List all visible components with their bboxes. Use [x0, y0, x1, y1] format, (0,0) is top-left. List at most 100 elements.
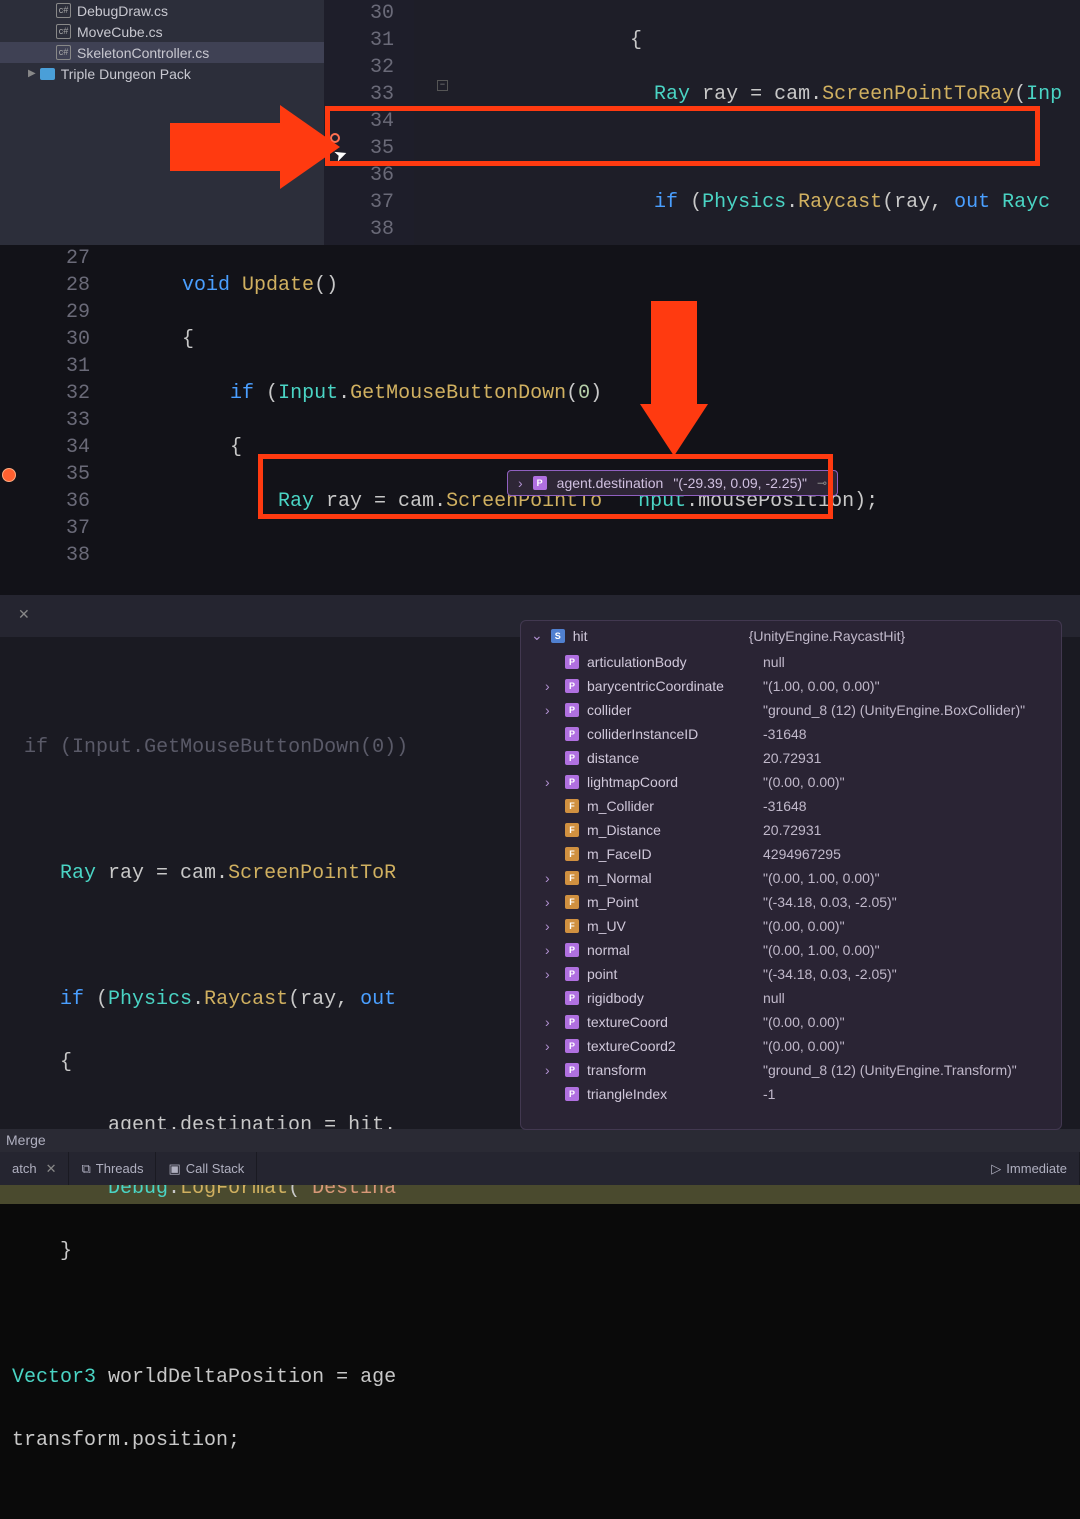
chevron-right-icon[interactable]: › [545, 774, 557, 790]
prop-name: articulationBody [587, 654, 755, 670]
code-area[interactable]: void Update() { if (Input.GetMouseButton… [110, 245, 1080, 595]
chevron-right-icon[interactable]: › [545, 702, 557, 718]
badge-icon: F [565, 847, 579, 861]
prop-name: textureCoord2 [587, 1038, 755, 1054]
file-item[interactable]: c# MoveCube.cs [0, 21, 324, 42]
inspector-row[interactable]: ›Pcollider"ground_8 (12) (UnityEngine.Bo… [521, 698, 1061, 722]
file-item-selected[interactable]: c#SkeletonController.cs [0, 42, 324, 63]
tab-watch[interactable]: atch✕ [0, 1152, 69, 1185]
folder-name: Triple Dungeon Pack [61, 66, 191, 82]
chevron-right-icon[interactable]: › [545, 966, 557, 982]
inspector-row[interactable]: Fm_Collider -31648 [521, 794, 1061, 818]
prop-value: -31648 [763, 726, 807, 742]
inspector-row[interactable]: ›Fm_Point"(-34.18, 0.03, -2.05)" [521, 890, 1061, 914]
prop-value: -31648 [763, 798, 807, 814]
inspector-row[interactable]: ›Ppoint"(-34.18, 0.03, -2.05)" [521, 962, 1061, 986]
inspector-row[interactable]: ›Fm_UV"(0.00, 0.00)" [521, 914, 1061, 938]
chevron-right-icon[interactable]: › [545, 894, 557, 910]
badge-icon: P [565, 775, 579, 789]
chevron-right-icon[interactable]: › [545, 678, 557, 694]
prop-name: colliderInstanceID [587, 726, 755, 742]
prop-value: "(1.00, 0.00, 0.00)" [763, 678, 880, 694]
inspector-row[interactable]: Fm_Distance20.72931 [521, 818, 1061, 842]
panel-middle: 272829303132333435363738 void Update() {… [0, 245, 1080, 595]
inspector-row[interactable]: ›Pnormal"(0.00, 1.00, 0.00)" [521, 938, 1061, 962]
threads-icon: ⧉ [81, 1161, 90, 1177]
badge-icon: P [565, 679, 579, 693]
merge-label: Merge [0, 1129, 1080, 1152]
annotation-box [258, 454, 833, 519]
prop-name: m_Point [587, 894, 755, 910]
prop-name: m_Collider [587, 798, 755, 814]
annotation-arrow-down [640, 404, 708, 456]
badge-icon: P [565, 1063, 579, 1077]
tab-callstack[interactable]: ▣Call Stack [156, 1152, 257, 1185]
prop-name: point [587, 966, 755, 982]
prop-name: textureCoord [587, 1014, 755, 1030]
prop-name: m_Distance [587, 822, 755, 838]
tab-immediate[interactable]: ▷Immediate [979, 1152, 1080, 1185]
chevron-right-icon[interactable]: › [545, 1062, 557, 1078]
close-icon[interactable]: ✕ [18, 607, 30, 624]
folder-item[interactable]: ▶Triple Dungeon Pack [0, 63, 324, 84]
prop-name: transform [587, 1062, 755, 1078]
close-icon[interactable]: ✕ [46, 1161, 57, 1177]
prop-value: "(0.00, 0.00)" [763, 1014, 845, 1030]
badge-icon: P [565, 1015, 579, 1029]
chevron-right-icon[interactable]: › [545, 1014, 557, 1030]
badge-icon: F [565, 871, 579, 885]
chevron-down-icon[interactable]: ⌄ [531, 627, 543, 644]
bottom-tab-strip: atch✕ ⧉Threads ▣Call Stack ▷Immediate [0, 1152, 1080, 1185]
tab-threads[interactable]: ⧉Threads [69, 1152, 156, 1185]
chevron-right-icon[interactable]: › [545, 942, 557, 958]
prop-value: 20.72931 [763, 750, 821, 766]
cs-icon: c# [56, 3, 71, 18]
badge-icon: P [565, 727, 579, 741]
chevron-right-icon[interactable]: › [545, 918, 557, 934]
badge-icon: P [565, 943, 579, 957]
inspector-row[interactable]: › Ptransform "ground_8 (12) (UnityEngine.T… [521, 1058, 1061, 1082]
badge-icon: P [565, 655, 579, 669]
badge-icon: P [565, 703, 579, 717]
prop-name: distance [587, 750, 755, 766]
inspector-row[interactable]: › PtextureCoord "(0.00, 0.00)" [521, 1010, 1061, 1034]
prop-name: triangleIndex [587, 1086, 755, 1102]
inspector-row[interactable]: Fm_FaceID4294967295 [521, 842, 1061, 866]
inspector-row[interactable]: Pdistance 20.72931 [521, 746, 1061, 770]
fold-marker-icon[interactable]: − [437, 80, 448, 91]
prop-value: "(0.00, 0.00)" [763, 918, 845, 934]
prop-name: rigidbody [587, 990, 755, 1006]
prop-value: "(-34.18, 0.03, -2.05)" [763, 966, 897, 982]
inspector-row[interactable]: › PbarycentricCoordinate "(1.00, 0.00, 0.0… [521, 674, 1061, 698]
inspector-row[interactable]: ›Fm_Normal"(0.00, 1.00, 0.00)" [521, 866, 1061, 890]
badge-icon: F [565, 799, 579, 813]
prop-name: m_UV [587, 918, 755, 934]
prop-name: barycentricCoordinate [587, 678, 755, 694]
prop-value: "(0.00, 1.00, 0.00)" [763, 942, 880, 958]
chevron-right-icon[interactable]: › [545, 1038, 557, 1054]
prop-value: "ground_8 (12) (UnityEngine.Transform)" [763, 1062, 1017, 1078]
badge-icon: F [565, 823, 579, 837]
line-gutter[interactable]: 272829303132333435363738 [0, 245, 110, 595]
badge-icon: P [565, 751, 579, 765]
inspector-row[interactable]: PcolliderInstanceID -31648 [521, 722, 1061, 746]
chevron-right-icon[interactable]: › [545, 870, 557, 886]
cs-icon: c# [56, 24, 71, 39]
file-name: MoveCube.cs [77, 24, 163, 40]
prop-value: "(0.00, 0.00)" [763, 1038, 845, 1054]
inspector-row[interactable]: PtriangleIndex-1 [521, 1082, 1061, 1106]
breakpoint-icon[interactable] [2, 468, 16, 482]
inspector-row[interactable]: ParticulationBodynull [521, 650, 1061, 674]
annotation-box [325, 106, 1040, 166]
callstack-icon: ▣ [168, 1161, 180, 1177]
prop-value: "(0.00, 0.00)" [763, 774, 845, 790]
debug-inspector[interactable]: ⌄ S hit {UnityEngine.RaycastHit} Particu… [520, 620, 1062, 1130]
prop-name: m_Normal [587, 870, 755, 886]
file-item[interactable]: c#DebugDraw.cs [0, 0, 324, 21]
inspector-row[interactable]: ›PlightmapCoord"(0.00, 0.00)" [521, 770, 1061, 794]
inspector-row[interactable]: ›PtextureCoord2"(0.00, 0.00)" [521, 1034, 1061, 1058]
prop-value: 4294967295 [763, 846, 841, 862]
inspector-row[interactable]: Prigidbodynull [521, 986, 1061, 1010]
struct-badge-icon: S [551, 629, 565, 643]
inspector-header[interactable]: ⌄ S hit {UnityEngine.RaycastHit} [521, 621, 1061, 650]
